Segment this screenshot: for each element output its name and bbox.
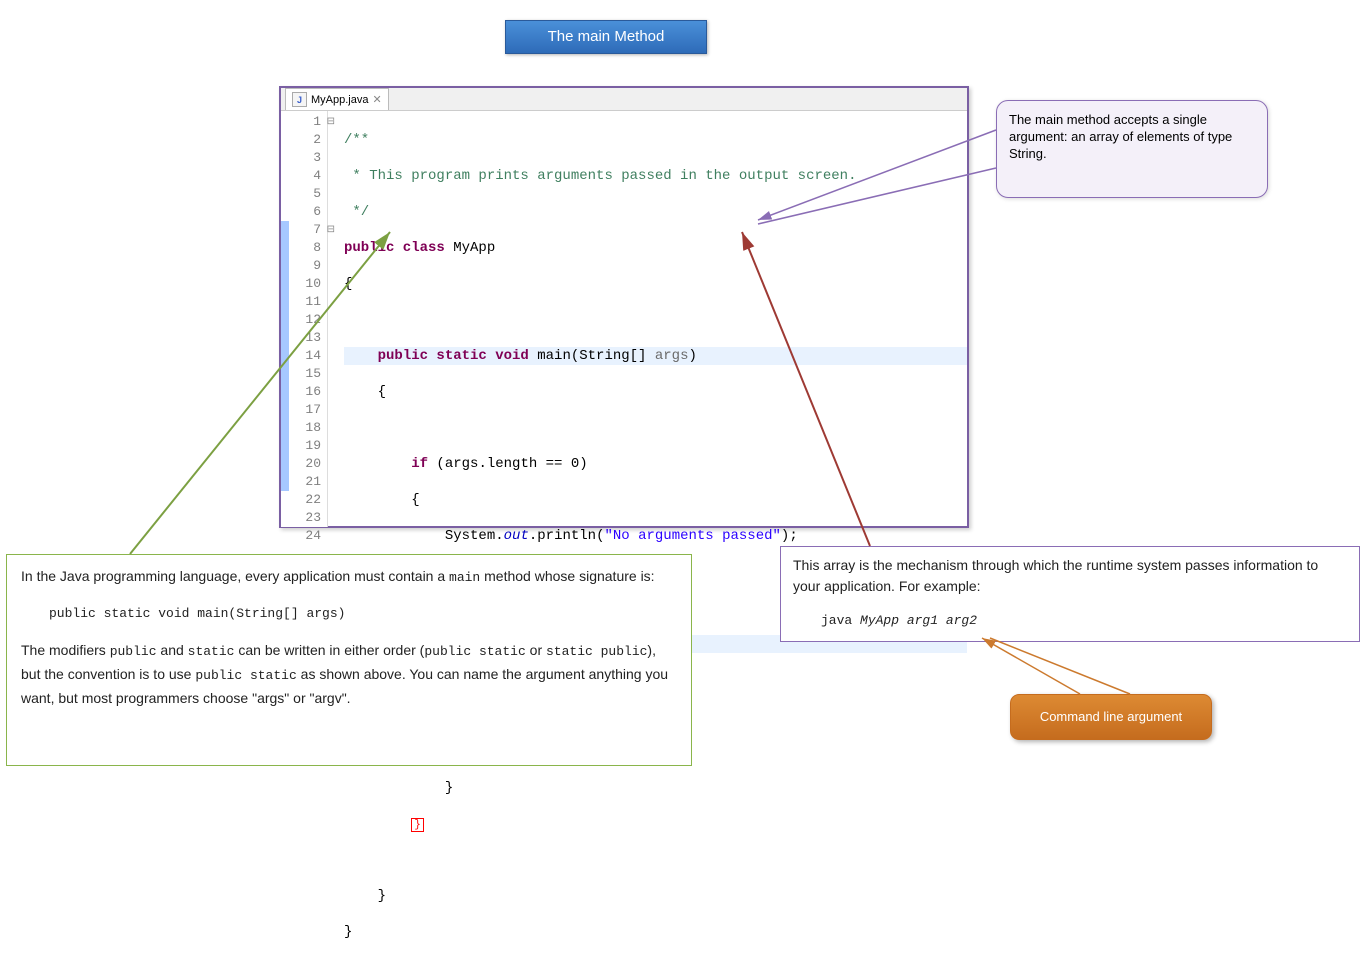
tab-label: MyApp.java (311, 94, 368, 106)
code-text[interactable]: /** * This program prints arguments pass… (328, 111, 967, 527)
info-box-signature: In the Java programming language, every … (6, 554, 692, 766)
java-file-icon: J (292, 92, 307, 107)
tab-myapp[interactable]: J MyApp.java ✕ (285, 88, 389, 110)
paragraph: In the Java programming language, every … (21, 565, 677, 589)
tab-bar: J MyApp.java ✕ (281, 88, 967, 111)
code-area: 1 2 3 4 5 6 7 8 9 10 11 12 13 14 15 16 1… (281, 111, 967, 527)
info-box-runtime: This array is the mechanism through whic… (780, 546, 1360, 642)
method-signature: public static void main(String[] args) (49, 603, 677, 625)
callout-command-line: Command line argument (1010, 694, 1212, 740)
line-gutter: 1 2 3 4 5 6 7 8 9 10 11 12 13 14 15 16 1… (281, 111, 328, 527)
callout-string-array: The main method accepts a single argumen… (996, 100, 1268, 198)
code-editor-panel: J MyApp.java ✕ 1 2 3 4 5 6 7 8 9 10 11 1… (279, 86, 969, 528)
error-marker: } (411, 818, 424, 832)
paragraph: The modifiers public and static can be w… (21, 639, 677, 709)
paragraph: This array is the mechanism through whic… (793, 555, 1347, 597)
command-example: java MyApp arg1 arg2 (821, 609, 1347, 631)
title-banner: The main Method (505, 20, 707, 54)
close-icon[interactable]: ✕ (372, 93, 381, 106)
